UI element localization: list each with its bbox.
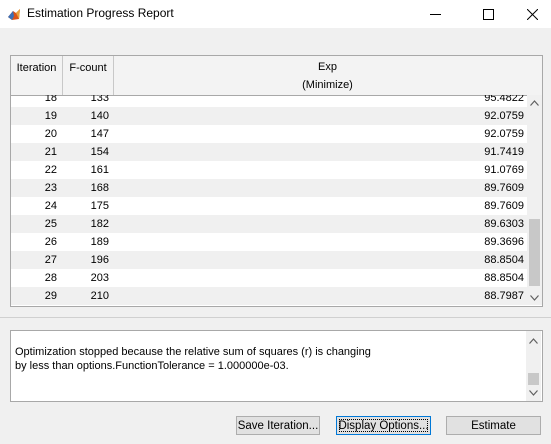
cell-iteration: 18	[44, 95, 57, 104]
cell-exp: 92.0759	[484, 128, 524, 140]
cell-iteration: 19	[44, 110, 57, 122]
cell-fcount: 203	[90, 272, 109, 284]
cell-exp: 91.7419	[484, 146, 524, 158]
cell-exp: 95.4822	[484, 95, 524, 104]
cell-iteration: 25	[44, 218, 57, 230]
column-header-label: Iteration	[16, 62, 57, 74]
close-icon	[526, 8, 538, 20]
cell-fcount: 210	[90, 290, 109, 302]
iteration-table[interactable]: Iteration F-count Exp (Minimize) 18 133 95…	[10, 55, 543, 307]
cell-iteration: 26	[44, 236, 57, 248]
status-message-box[interactable]: Optimization stopped because the relativ…	[10, 330, 543, 402]
table-row[interactable]: 27 196 88.8504	[11, 251, 527, 269]
minimize-icon	[429, 13, 441, 15]
display-options-button[interactable]: Display Options...	[336, 416, 431, 435]
cell-fcount: 147	[90, 128, 109, 140]
window-title: Estimation Progress Report	[27, 6, 174, 20]
scroll-up-arrow[interactable]	[526, 333, 541, 348]
table-row[interactable]: 22 161 91.0769	[11, 161, 527, 179]
cell-fcount: 140	[90, 110, 109, 122]
table-row[interactable]: 29 210 88.7987	[11, 287, 527, 305]
maximize-icon	[482, 8, 494, 20]
focus-ring	[339, 419, 428, 432]
table-row[interactable]: 18 133 95.4822	[11, 95, 527, 107]
scroll-thumb[interactable]	[529, 219, 540, 286]
matlab-icon	[8, 9, 20, 20]
cell-fcount: 189	[90, 236, 109, 248]
cell-exp: 88.8504	[484, 254, 524, 266]
cell-iteration: 27	[44, 254, 57, 266]
column-header-label: F-count	[69, 62, 107, 74]
column-header-iteration[interactable]: Iteration	[11, 56, 63, 95]
cell-iteration: 22	[44, 164, 57, 176]
cell-exp: 88.8504	[484, 272, 524, 284]
message-scrollbar[interactable]	[526, 331, 541, 401]
table-row[interactable]: 19 140 92.0759	[11, 107, 527, 125]
cell-fcount: 196	[90, 254, 109, 266]
close-button[interactable]	[509, 0, 551, 28]
status-message-line: by less than options.FunctionTolerance =…	[15, 360, 289, 372]
scroll-down-arrow[interactable]	[526, 385, 541, 400]
table-row[interactable]: 24 175 89.7609	[11, 197, 527, 215]
table-row[interactable]: 26 189 89.3696	[11, 233, 527, 251]
column-header-sublabel: (Minimize)	[302, 79, 353, 91]
table-row[interactable]: 21 154 91.7419	[11, 143, 527, 161]
save-iteration-button[interactable]: Save Iteration...	[236, 416, 320, 435]
cell-iteration: 24	[44, 200, 57, 212]
cell-fcount: 182	[90, 218, 109, 230]
table-scrollbar[interactable]	[527, 95, 542, 305]
maximize-button[interactable]	[465, 0, 511, 28]
cell-iteration: 28	[44, 272, 57, 284]
chevron-up-icon	[530, 99, 539, 106]
scroll-thumb[interactable]	[528, 373, 539, 385]
cell-exp: 89.7609	[484, 200, 524, 212]
cell-fcount: 154	[90, 146, 109, 158]
column-header-label: Exp	[318, 61, 337, 73]
cell-iteration: 29	[44, 290, 57, 302]
status-message-line: Optimization stopped because the relativ…	[15, 346, 371, 358]
cell-iteration: 21	[44, 146, 57, 158]
cell-iteration: 20	[44, 128, 57, 140]
table-body: 18 133 95.4822 19 140 92.0759 20 147 92.0759 21 15…	[11, 95, 527, 305]
table-header: Iteration F-count Exp (Minimize)	[11, 56, 542, 96]
table-row[interactable]: 25 182 89.6303	[11, 215, 527, 233]
cell-exp: 92.0759	[484, 110, 524, 122]
cell-fcount: 168	[90, 182, 109, 194]
scroll-up-arrow[interactable]	[527, 95, 542, 110]
table-row[interactable]: 28 203 88.8504	[11, 269, 527, 287]
chevron-down-icon	[530, 294, 539, 301]
panel-divider	[0, 317, 551, 318]
cell-fcount: 175	[90, 200, 109, 212]
cell-exp: 88.7987	[484, 290, 524, 302]
cell-exp: 89.7609	[484, 182, 524, 194]
scroll-down-arrow[interactable]	[527, 290, 542, 305]
cell-exp: 91.0769	[484, 164, 524, 176]
cell-exp: 89.3696	[484, 236, 524, 248]
cell-fcount: 161	[90, 164, 109, 176]
cell-fcount: 133	[90, 95, 109, 104]
cell-exp: 89.6303	[484, 218, 524, 230]
table-row[interactable]: 20 147 92.0759	[11, 125, 527, 143]
cell-iteration: 23	[44, 182, 57, 194]
title-bar: Estimation Progress Report	[0, 0, 551, 28]
column-header-fcount[interactable]: F-count	[63, 56, 114, 95]
minimize-button[interactable]	[412, 0, 458, 28]
estimate-button[interactable]: Estimate	[446, 416, 541, 435]
chevron-up-icon	[529, 337, 538, 344]
table-row[interactable]: 23 168 89.7609	[11, 179, 527, 197]
column-header-exp[interactable]: Exp (Minimize)	[114, 56, 541, 95]
chevron-down-icon	[529, 389, 538, 396]
